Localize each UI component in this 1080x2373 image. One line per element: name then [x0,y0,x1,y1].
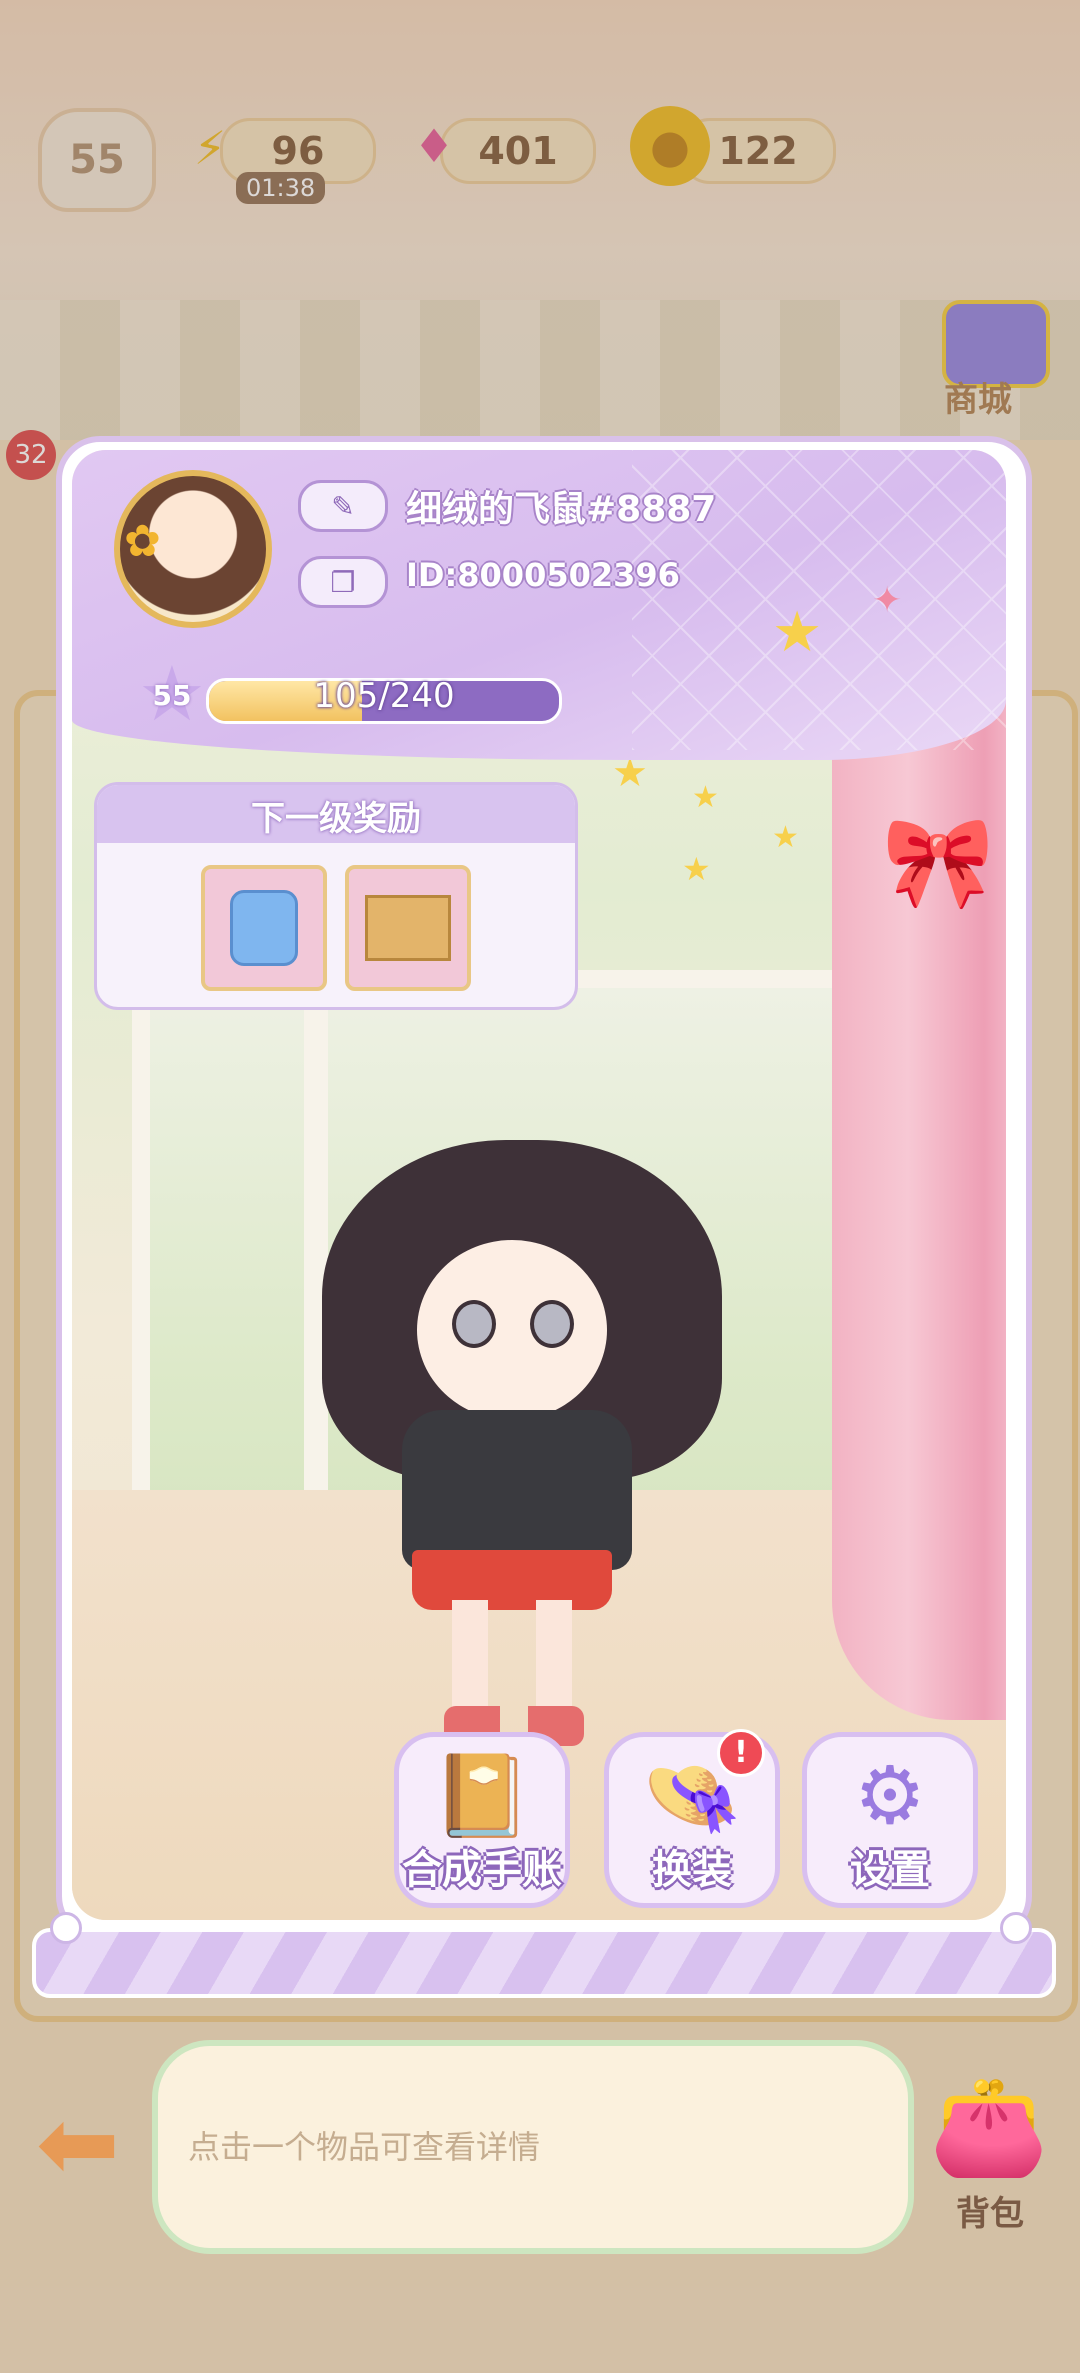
rail-knob-left [50,1912,82,1944]
pink-curtain [832,610,1006,1720]
journal-icon: 📔 [432,1749,532,1842]
edit-name-button[interactable]: ✎ [298,480,388,532]
dress-up-alert-badge: ! [717,1729,765,1777]
character-eye-right [530,1300,574,1348]
ribbon-icon: 🎀 [882,810,995,915]
item-hint-text: 点击一个物品可查看详情 [188,2128,541,2166]
bag-icon[interactable]: 👛 [924,2070,1054,2200]
settings-label: 设置 [850,1847,930,1893]
copy-icon: ❐ [330,565,356,599]
star-icon: ★ [772,600,823,665]
player-avatar[interactable]: ✿ [114,470,272,628]
panel-bottom-rail [32,1928,1056,1998]
collection-journal-label: 合成手账 [402,1847,562,1893]
sparkle-icon: ★ [682,850,711,888]
xp-text: 105/240 [313,676,455,716]
dress-up-button[interactable]: 👒 换装 ! [604,1729,780,1908]
sparkle-icon: ★ [772,820,799,855]
window-mullion [304,970,328,1490]
profile-level: 55 [152,679,192,712]
character-hoodie [402,1410,632,1570]
rewards-title: 下一级奖励 [251,799,421,839]
pencil-icon: ✎ [331,489,355,523]
gear-icon: ⚙ [854,1749,926,1842]
player-id: ID:8000502396 [406,556,680,594]
reward-slot-2[interactable] [345,865,471,991]
blue-bag-icon [230,890,298,966]
sunflower-icon: ✿ [124,516,161,567]
collection-journal-button[interactable]: 📔 合成手账 [394,1732,570,1908]
reward-slot-1[interactable] [201,865,327,991]
next-level-rewards: 下一级奖励 [94,782,578,1010]
pink-sparkle-icon: ✦ [872,580,903,621]
sparkle-icon: ★ [692,780,719,815]
copy-id-button[interactable]: ❐ [298,556,388,608]
rail-knob-right [1000,1912,1032,1944]
profile-panel-content: 🎀 ★ ★ ★ ★ ★ ★ ✿ ✎ 细绒的飞鼠#8887 ❐ ID:800050… [72,450,1006,1920]
character-legs [452,1600,572,1720]
back-arrow-icon[interactable]: ⬅ [36,2094,140,2194]
item-info-box: 点击一个物品可查看详情 [152,2040,914,2254]
character-eye-left [452,1300,496,1348]
profile-header: ✿ ✎ 细绒的飞鼠#8887 ❐ ID:8000502396 ★ 55 105/… [72,450,1006,760]
settings-button[interactable]: ⚙ 设置 [802,1732,978,1908]
surprise-box-icon [365,895,451,961]
player-nickname: 细绒的飞鼠#8887 [406,489,717,530]
avatar-face [168,522,218,572]
character-face [417,1240,607,1420]
dress-up-label: 换装 [652,1847,732,1893]
bag-label: 背包 [956,2194,1024,2234]
